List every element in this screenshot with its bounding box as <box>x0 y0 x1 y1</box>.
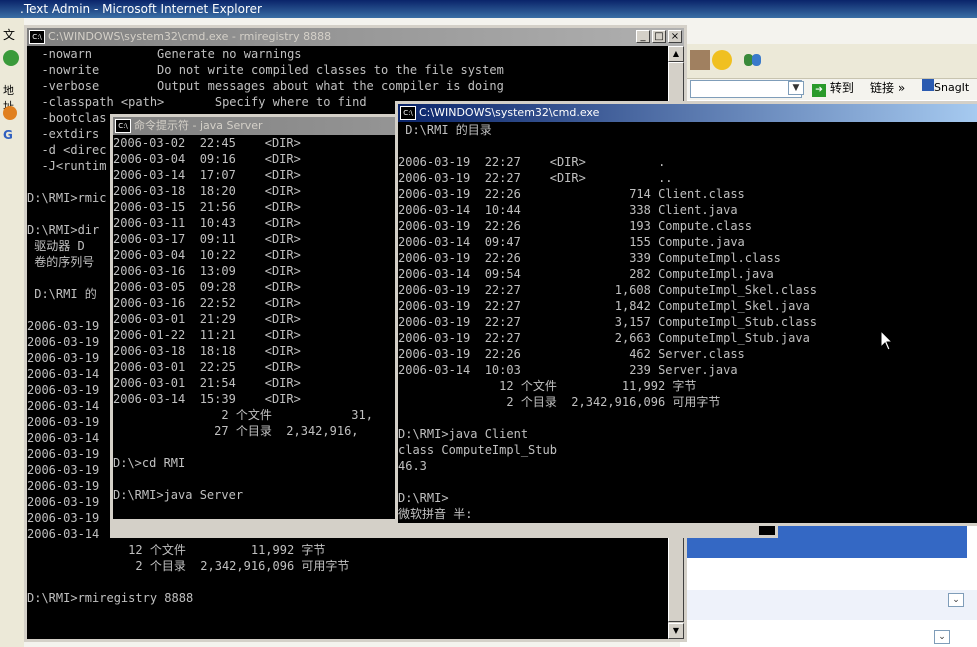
window-title: 命令提示符 - java Server <box>134 119 263 132</box>
console-line: 46.3 <box>398 459 427 473</box>
go-arrow-icon: ➔ <box>812 84 826 97</box>
console-line: 2006-03-19 22:26 339 ComputeImpl.class <box>398 251 781 265</box>
window-title-bar[interactable]: C:\ C:\WINDOWS\system32\cmd.exe <box>398 104 977 122</box>
expand-chevron-icon[interactable]: ⌄ <box>948 593 964 607</box>
console-line: D:\RMI>rmiregistry 8888 <box>27 591 194 605</box>
snagit-button[interactable]: SnagIt <box>922 79 969 94</box>
snagit-label: SnagIt <box>934 81 970 94</box>
console-line: class ComputeImpl_Stub <box>398 443 557 457</box>
console-line: 12 个文件 11,992 字节 <box>27 543 326 557</box>
links-chevron: » <box>897 81 906 95</box>
console-line: 2006-03-14 10:03 239 Server.java <box>398 363 738 377</box>
maximize-button[interactable]: □ <box>652 30 666 43</box>
history-icon[interactable] <box>690 50 710 70</box>
expand-chevron-icon-2[interactable]: ⌄ <box>934 630 950 644</box>
ie-panel-strip <box>680 590 977 620</box>
messenger-smiley-icon[interactable] <box>712 50 732 70</box>
console-line: 2006-03-14 10:44 338 Client.java <box>398 203 738 217</box>
snagit-icon <box>922 79 934 91</box>
google-icon[interactable]: G <box>3 128 13 142</box>
ie-menu-first[interactable]: 文 <box>3 26 15 43</box>
ie-title: .Text Admin - Microsoft Internet Explore… <box>20 2 262 16</box>
address-dropdown-icon[interactable]: ▼ <box>788 81 804 95</box>
console-line: 2006-03-19 22:26 193 Compute.class <box>398 219 753 233</box>
cmd-icon: C:\ <box>400 106 416 120</box>
console-line: D:\RMI>java Client <box>398 427 529 441</box>
console-line: 2006-03-19 22:27 <DIR> . <box>398 155 666 169</box>
console-line: 2006-03-19 22:27 <DIR> .. <box>398 171 673 185</box>
console-line: D:\RMI> <box>398 491 449 505</box>
links-button[interactable]: 链接 » <box>870 79 905 96</box>
minimize-button[interactable]: _ <box>636 30 650 43</box>
back-icon[interactable] <box>3 50 19 66</box>
window-title: C:\WINDOWS\system32\cmd.exe - rmiregistr… <box>48 30 332 43</box>
console-line: 2006-03-14 09:47 155 Compute.java <box>398 235 745 249</box>
ie-left-strip: 文 地址 G <box>0 18 24 647</box>
console-line: 2 个目录 2,342,916,096 可用字节 <box>398 395 721 409</box>
console-output: D:\RMI 的目录 2006-03-19 22:27 <DIR> . 2006-0… <box>398 122 977 523</box>
mouse-pointer-icon <box>880 330 894 351</box>
console-line: -verbose Output messages about what the … <box>27 79 504 93</box>
console-line: 12 个文件 11,992 字节 <box>398 379 697 393</box>
console-line: 2006-03-19 22:26 714 Client.class <box>398 187 745 201</box>
address-input[interactable] <box>690 80 802 98</box>
console-line: 微软拼音 半: <box>398 507 473 521</box>
window-title: C:\WINDOWS\system32\cmd.exe <box>419 106 600 119</box>
close-button[interactable]: × <box>668 30 682 43</box>
console-line: D:\RMI 的目录 <box>398 123 492 137</box>
cmd-window-client[interactable]: C:\ C:\WINDOWS\system32\cmd.exe D:\RMI 的目… <box>395 101 977 526</box>
links-label: 链接 <box>870 81 895 95</box>
console-line: 2 个目录 2,342,916,096 可用字节 <box>27 559 350 573</box>
go-label: 转到 <box>829 81 854 95</box>
cmd-icon: C:\ <box>115 119 131 133</box>
ie-button-toolbar <box>680 44 977 79</box>
cmd-icon: C:\ <box>29 30 45 44</box>
go-button[interactable]: ➔ 转到 <box>812 79 854 97</box>
messenger-icon[interactable] <box>742 50 762 70</box>
scroll-up-icon[interactable]: ▲ <box>668 46 684 62</box>
console-line: -nowarn Generate no warnings <box>27 47 302 61</box>
ie-title-bar: .Text Admin - Microsoft Internet Explore… <box>0 0 977 18</box>
console-line: 2006-03-14 09:54 282 ComputeImpl.java <box>398 267 774 281</box>
console-line: -nowrite Do not write compiled classes t… <box>27 63 504 77</box>
toolbar-icon[interactable] <box>3 106 17 120</box>
console-line: 2006-03-19 22:27 3,157 ComputeImpl_Stub.… <box>398 315 818 329</box>
console-line: 2006-03-19 22:27 1,842 ComputeImpl_Skel.… <box>398 299 810 313</box>
scroll-down-icon[interactable]: ▼ <box>668 623 684 639</box>
window-title-bar[interactable]: C:\ C:\WINDOWS\system32\cmd.exe - rmiregi… <box>27 28 684 46</box>
console-line: 2006-03-19 22:27 1,608 ComputeImpl_Skel.… <box>398 283 818 297</box>
